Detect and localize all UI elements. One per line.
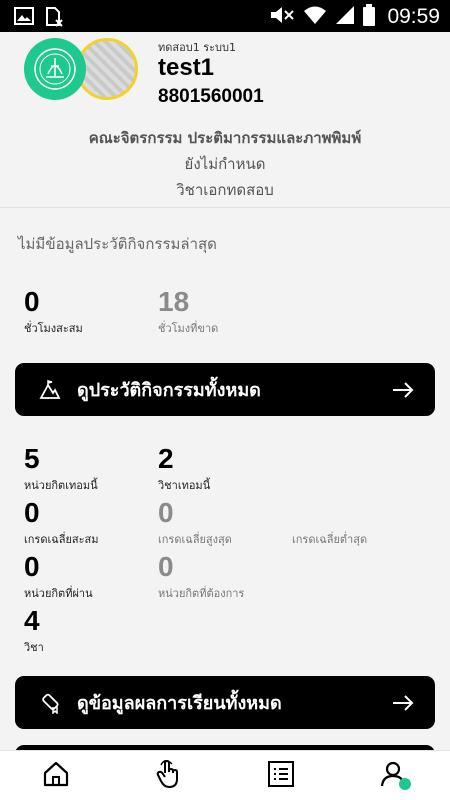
stat-value: 0 xyxy=(24,551,40,582)
university-logo xyxy=(24,38,86,100)
stat-value: 0 xyxy=(158,551,174,582)
stat-value: 4 xyxy=(24,605,40,636)
nav-activity[interactable] xyxy=(144,754,194,798)
home-icon xyxy=(42,760,70,792)
nav-home[interactable] xyxy=(31,754,81,798)
stat-gpa-cumulative: 0 เกรดเฉลี่ยสะสม xyxy=(24,498,99,548)
stat-label: เกรดเฉลี่ยต่ำสุด xyxy=(292,533,368,546)
arrow-right-icon xyxy=(391,691,415,715)
mute-icon xyxy=(269,5,295,29)
battery-icon xyxy=(363,4,376,30)
avatar-group[interactable] xyxy=(24,38,140,102)
stat-value: 2 xyxy=(158,443,174,474)
stat-courses-this-term: 2 วิชาเทอมนี้ xyxy=(158,444,210,494)
sim-blocked-icon xyxy=(44,7,64,31)
nav-profile[interactable] xyxy=(369,754,419,798)
stat-credits-this-term: 5 หน่วยกิตเทอมนี้ xyxy=(24,444,98,494)
stat-missing-hours: 18 ชั่วโมงที่ขาด xyxy=(158,287,218,337)
department-name: ยังไม่กำหนด xyxy=(184,155,266,173)
status-bar: 09:59 xyxy=(0,0,450,32)
stat-credits-passed: 0 หน่วยกิตที่ผ่าน xyxy=(24,552,93,602)
wifi-icon xyxy=(303,5,327,29)
major-name: วิชาเอกทดสอบ xyxy=(176,181,274,199)
stat-credits-required: 0 หน่วยกิตที่ต้องการ xyxy=(158,552,244,602)
view-activity-history-button[interactable]: ดูประวัติกิจกรรมทั้งหมด xyxy=(15,363,435,416)
nav-list[interactable] xyxy=(256,754,306,798)
hiking-icon xyxy=(35,375,65,405)
stat-value: 0 xyxy=(24,497,40,528)
active-indicator xyxy=(398,777,411,790)
stat-gpa-lowest: เกรดเฉลี่ยต่ำสุด xyxy=(292,498,367,548)
stat-value: 0 xyxy=(158,497,174,528)
stat-label: ชั่วโมงที่ขาด xyxy=(158,322,219,335)
stat-label: เกรดเฉลี่ยสูงสุด xyxy=(158,533,232,546)
stat-label: หน่วยกิตที่ต้องการ xyxy=(158,587,245,600)
stat-value: 0 xyxy=(24,286,40,317)
stat-gpa-highest: 0 เกรดเฉลี่ยสูงสุด xyxy=(158,498,232,548)
stat-label: หน่วยกิตที่ผ่าน xyxy=(24,587,93,600)
stat-label: ชั่วโมงสะสม xyxy=(24,322,83,335)
signal-icon xyxy=(335,5,355,29)
profile-name: test1 xyxy=(158,54,215,81)
stat-accumulated-hours: 0 ชั่วโมงสะสม xyxy=(24,287,83,337)
stat-value: 5 xyxy=(24,443,40,474)
bottom-navigation xyxy=(0,750,450,800)
stat-label: หน่วยกิตเทอมนี้ xyxy=(24,479,98,492)
no-activity-message: ไม่มีข้อมูลประวัติกิจกรรมล่าสุด xyxy=(18,235,217,253)
stat-value: 18 xyxy=(158,286,190,317)
stat-label: วิชาเทอมนี้ xyxy=(158,479,211,492)
stat-value xyxy=(292,498,367,528)
button-label: ดูประวัติกิจกรรมทั้งหมด xyxy=(77,380,261,401)
student-id: 8801560001 xyxy=(158,86,264,107)
profile-header: ทดสอบ1 ระบบ1 test1 8801560001 คณะจิตรกรร… xyxy=(0,32,450,208)
diploma-icon xyxy=(35,688,65,718)
arrow-right-icon xyxy=(391,378,415,402)
faculty-name: คณะจิตรกรรม ประติมากรรมและภาพพิมพ์ xyxy=(88,129,362,147)
stat-label: เกรดเฉลี่ยสะสม xyxy=(24,533,99,546)
activity-touch-icon xyxy=(155,759,183,793)
image-icon xyxy=(14,7,34,31)
stat-courses: 4 วิชา xyxy=(24,606,44,656)
button-label: ดูข้อมูลผลการเรียนทั้งหมด xyxy=(77,693,282,714)
clock: 09:59 xyxy=(387,5,440,28)
list-icon xyxy=(267,760,295,792)
stat-label: วิชา xyxy=(24,641,44,654)
view-grades-button[interactable]: ดูข้อมูลผลการเรียนทั้งหมด xyxy=(15,676,435,729)
